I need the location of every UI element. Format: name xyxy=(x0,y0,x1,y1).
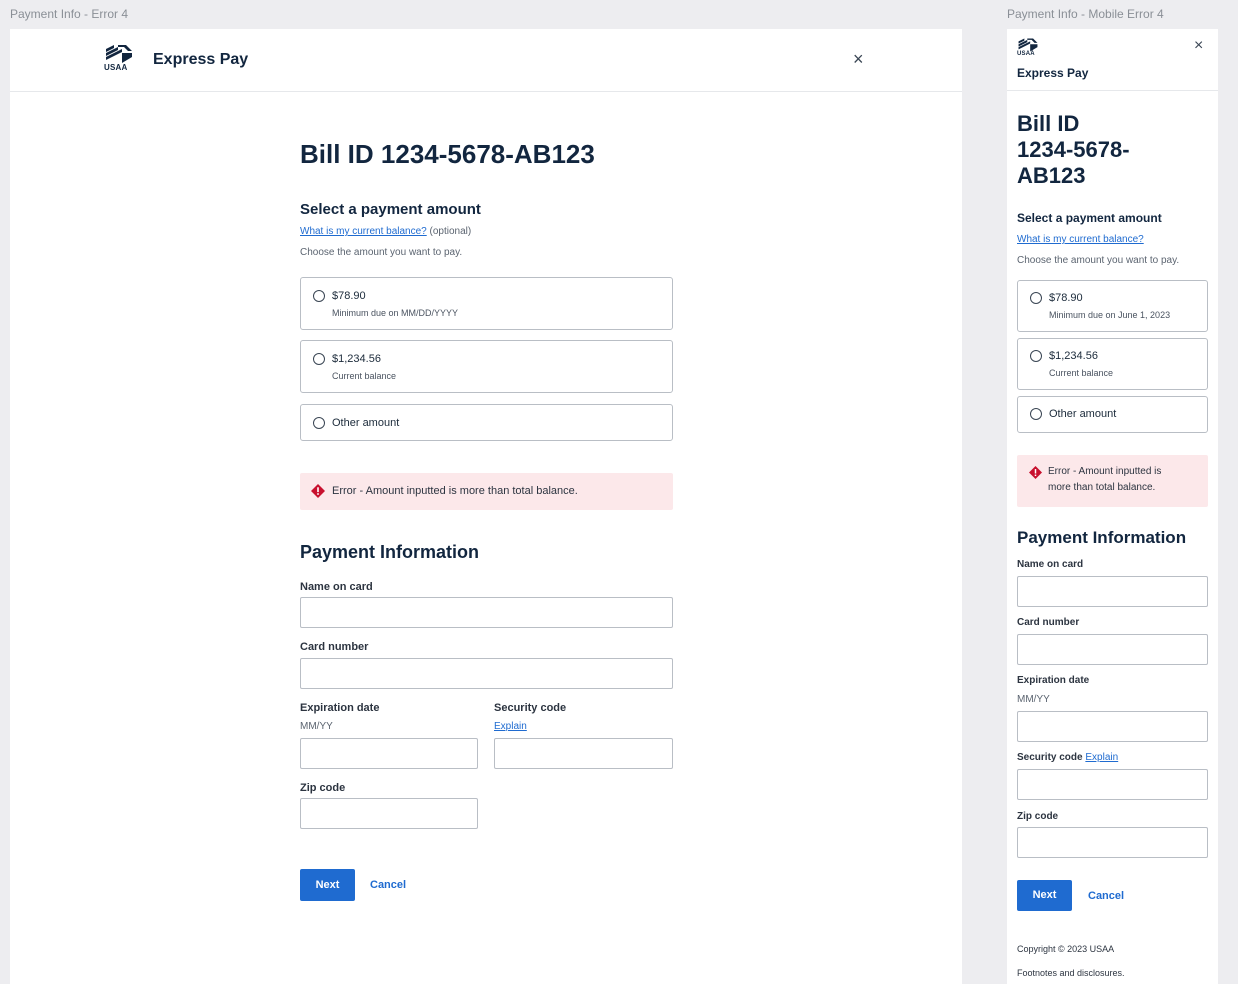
option-sub: Current balance xyxy=(332,371,397,381)
security-code-input[interactable] xyxy=(1017,769,1208,800)
radio-icon[interactable] xyxy=(1030,350,1042,362)
option-sub: Minimum due on June 1, 2023 xyxy=(1049,310,1171,320)
expiration-input[interactable] xyxy=(300,738,478,769)
expiration-label: Expiration date xyxy=(1017,675,1090,686)
footnotes-text: Footnotes and disclosures. xyxy=(1017,968,1125,978)
payment-heading: Payment Information xyxy=(1017,528,1187,547)
brand-title: Express Pay xyxy=(1017,66,1089,80)
option-amount: $1,234.56 xyxy=(1049,350,1098,362)
card-label: Card number xyxy=(300,641,369,653)
option-minimum-due[interactable]: $78.90 Minimum due on MM/DD/YYYY xyxy=(300,277,673,330)
card-number-input[interactable] xyxy=(300,658,673,689)
security-label: Security code xyxy=(494,702,567,714)
expiration-label: Expiration date xyxy=(300,702,380,714)
radio-icon[interactable] xyxy=(313,417,325,429)
error-alert: Error - Amount inputted is more than tot… xyxy=(1017,455,1208,507)
close-icon[interactable]: × xyxy=(1194,37,1203,55)
close-icon[interactable]: × xyxy=(853,49,864,70)
page-title: Bill ID 1234-5678-AB123 xyxy=(300,139,595,169)
explain-link[interactable]: Explain xyxy=(494,721,527,732)
header: USAA Express Pay × xyxy=(10,29,962,92)
option-other-amount[interactable]: Other amount xyxy=(1017,396,1208,433)
expiration-input[interactable] xyxy=(1017,711,1208,742)
usaa-logo[interactable]: USAA xyxy=(1017,37,1039,57)
amount-instruction: Choose the amount you want to pay. xyxy=(300,247,463,258)
option-current-balance[interactable]: $1,234.56 Current balance xyxy=(300,340,673,393)
balance-link[interactable]: What is my current balance? xyxy=(1017,234,1144,245)
option-sub: Current balance xyxy=(1049,368,1114,378)
option-sub: Minimum due on MM/DD/YYYY xyxy=(332,308,459,318)
security-code-input[interactable] xyxy=(494,738,673,769)
explain-link[interactable]: Explain xyxy=(1085,752,1118,763)
cancel-button[interactable]: Cancel xyxy=(1088,890,1124,902)
mobile-frame: USAA × Express Pay Bill ID 1234-5678- AB… xyxy=(1007,29,1218,984)
eagle-icon xyxy=(106,45,132,63)
error-diamond-icon xyxy=(311,484,325,498)
mobile-frame-label: Payment Info - Mobile Error 4 xyxy=(1007,7,1164,21)
name-label: Name on card xyxy=(1017,559,1084,570)
option-amount: $78.90 xyxy=(1049,292,1083,304)
next-button[interactable]: Next xyxy=(300,869,355,901)
logo-text: USAA xyxy=(104,63,128,72)
optional-label: (optional) xyxy=(429,226,472,237)
radio-icon[interactable] xyxy=(1030,292,1042,304)
error-message: Error - Amount inputted is more than tot… xyxy=(1048,466,1162,493)
name-on-card-input[interactable] xyxy=(300,597,673,628)
option-amount: $1,234.56 xyxy=(332,353,381,365)
zip-input[interactable] xyxy=(300,798,478,829)
zip-label: Zip code xyxy=(1017,811,1059,822)
usaa-logo[interactable]: USAA xyxy=(104,43,134,72)
option-other-amount[interactable]: Other amount xyxy=(300,404,673,441)
card-number-input[interactable] xyxy=(1017,634,1208,665)
payment-heading: Payment Information xyxy=(300,542,480,562)
option-amount: Other amount xyxy=(332,417,400,429)
option-amount: Other amount xyxy=(1049,408,1117,420)
error-diamond-icon xyxy=(1029,466,1042,479)
balance-link[interactable]: What is my current balance? xyxy=(300,226,427,237)
error-message: Error - Amount inputted is more than tot… xyxy=(332,485,578,497)
option-minimum-due[interactable]: $78.90 Minimum due on June 1, 2023 xyxy=(1017,280,1208,332)
zip-input[interactable] xyxy=(1017,827,1208,858)
expiration-hint: MM/YY xyxy=(1017,694,1050,705)
name-on-card-input[interactable] xyxy=(1017,576,1208,607)
expiration-hint: MM/YY xyxy=(300,721,333,732)
card-label: Card number xyxy=(1017,617,1080,628)
amount-heading: Select a payment amount xyxy=(1017,211,1162,225)
header-divider xyxy=(1007,90,1218,91)
amount-heading: Select a payment amount xyxy=(300,201,481,218)
error-alert: Error - Amount inputted is more than tot… xyxy=(300,473,673,510)
page-title: Bill ID 1234-5678- AB123 xyxy=(1017,111,1130,188)
name-label: Name on card xyxy=(300,581,373,593)
zip-label: Zip code xyxy=(300,782,346,794)
logo-text: USAA xyxy=(1017,51,1035,57)
radio-icon[interactable] xyxy=(313,290,325,302)
desktop-frame: USAA Express Pay × Bill ID 1234-5678-AB1… xyxy=(10,29,962,984)
desktop-frame-label: Payment Info - Error 4 xyxy=(10,7,129,21)
copyright-text: Copyright © 2023 USAA xyxy=(1017,944,1115,954)
radio-icon[interactable] xyxy=(1030,408,1042,420)
cancel-button[interactable]: Cancel xyxy=(370,879,406,891)
brand-title: Express Pay xyxy=(153,51,249,68)
security-label: Security code xyxy=(1017,752,1083,763)
option-current-balance[interactable]: $1,234.56 Current balance xyxy=(1017,338,1208,390)
amount-instruction: Choose the amount you want to pay. xyxy=(1017,255,1180,266)
radio-icon[interactable] xyxy=(313,353,325,365)
next-button[interactable]: Next xyxy=(1017,880,1072,911)
option-amount: $78.90 xyxy=(332,290,366,302)
